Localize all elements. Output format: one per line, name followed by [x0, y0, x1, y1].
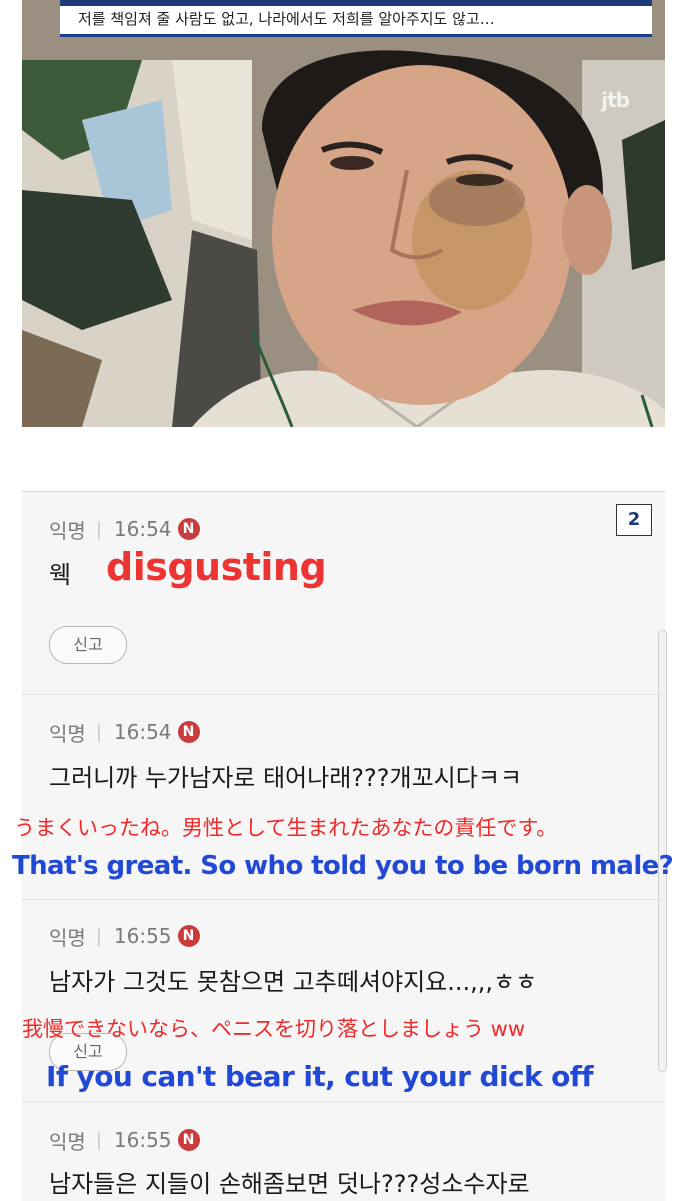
comment-divider	[22, 694, 665, 695]
translation-overlay-en: If you can't bear it, cut your dick off	[46, 1060, 594, 1093]
news-video-still: 저를 책임져 줄 사람도 없고, 나라에서도 저희를 알아주지도 않고… jtb	[22, 0, 665, 427]
comment-meta: 익명 | 16:55 N	[49, 1126, 200, 1154]
comment-time: 16:54	[113, 517, 172, 541]
meta-separator: |	[95, 721, 102, 743]
comment-author: 익명	[49, 1129, 86, 1154]
new-badge: N	[177, 1129, 200, 1151]
comment-author: 익명	[49, 925, 86, 950]
comment-text: 그러니까 누가남자로 태어나래???개꼬시다ㅋㅋ	[49, 764, 522, 792]
comment-time: 16:55	[113, 1128, 172, 1152]
comment-text: 남자들은 지들이 손해좀보면 덧나???성소수자로	[49, 1170, 530, 1198]
comment-text: 웩	[49, 561, 72, 589]
comment-panel	[22, 491, 665, 1201]
translation-overlay-jp: うまくいったね。男性として生まれたあなたの責任です。	[14, 816, 558, 840]
translation-overlay-en: That's great. So who told you to be born…	[12, 851, 674, 881]
comment-meta: 익명 | 16:54 N	[49, 718, 200, 746]
comment-author: 익명	[49, 721, 86, 746]
video-frame-illustration	[22, 0, 665, 427]
comment-time: 16:54	[113, 720, 172, 744]
comment-author: 익명	[49, 518, 86, 543]
comment-divider	[22, 1101, 665, 1102]
meta-separator: |	[95, 925, 102, 947]
channel-logo: jtb	[601, 88, 630, 112]
comment-meta: 익명 | 16:54 N	[49, 515, 200, 543]
translation-overlay-jp: 我慢できないなら、ペニスを切り落としましょう ww	[22, 1017, 526, 1041]
comment-meta: 익명 | 16:55 N	[49, 922, 200, 950]
comment-text: 남자가 그것도 못참으면 고추떼셔야지요...,,,ㅎㅎ	[49, 968, 538, 996]
translation-overlay-en: disgusting	[106, 545, 327, 589]
comment-time: 16:55	[113, 924, 172, 948]
page-number-badge: 2	[616, 504, 652, 536]
report-button[interactable]: 신고	[49, 626, 127, 664]
subtitle-bar-top	[60, 0, 652, 6]
comment-divider	[22, 899, 665, 900]
new-badge: N	[177, 518, 200, 540]
new-badge: N	[177, 721, 200, 743]
subtitle-text: 저를 책임져 줄 사람도 없고, 나라에서도 저희를 알아주지도 않고…	[78, 10, 495, 28]
meta-separator: |	[95, 1129, 102, 1151]
meta-separator: |	[95, 518, 102, 540]
new-badge: N	[177, 925, 200, 947]
